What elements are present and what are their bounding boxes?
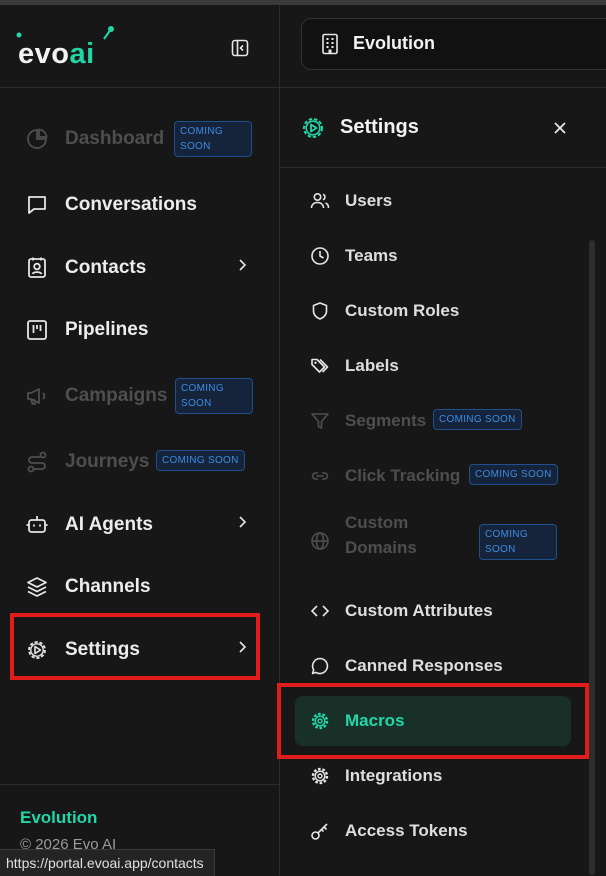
sidebar-item-contacts[interactable]: Contacts [10,237,262,299]
coming-soon-badge: COMING SOON [175,378,253,414]
settings-item-click-tracking[interactable]: Click Tracking COMING SOON [295,451,571,501]
filter-icon [311,413,329,429]
message-circle-icon [311,657,329,675]
evoai-logo[interactable]: evoai [16,26,118,73]
settings-item-label: Access Tokens [345,821,468,840]
robot-icon [26,516,48,533]
settings-item-label: Users [345,191,393,210]
settings-item-label: Canned Responses [345,656,503,675]
settings-item-teams[interactable]: Teams [295,231,571,281]
settings-item-custom-domains[interactable]: Custom Domains COMING SOON [295,510,571,572]
badge-line-2: SOON [180,141,211,152]
label-line-1: Custom [345,513,409,532]
macros-highlight-box [277,683,589,759]
clock-icon [311,247,329,265]
chat-bubble-icon [28,196,46,214]
logo-evo: evo [18,38,70,70]
sidebar-item-label: Journeys [65,451,150,472]
sidebar-item-label: Conversations [65,194,197,215]
settings-scrollbar[interactable] [589,240,595,875]
settings-item-label: Segments [345,411,427,430]
sidebar-item-campaigns[interactable]: Campaigns COMING SOON [10,365,262,427]
close-icon [554,122,566,134]
coming-soon-badge: COMING SOON [433,409,522,430]
badge-line-1: COMING [180,126,223,137]
logo-text: evoai [18,39,95,69]
sidebar-item-ai-agents[interactable]: AI Agents [10,494,262,556]
settings-panel-header: Settings [280,88,606,168]
link-icon [311,472,329,480]
sidebar-item-journeys[interactable]: Journeys COMING SOON [10,431,262,493]
coming-soon-badge: COMING SOON [469,464,558,485]
route-icon [27,451,47,473]
shield-icon [312,302,328,320]
sidebar-item-dashboard[interactable]: Dashboard COMING SOON [10,108,262,170]
users-icon [310,192,330,209]
sidebar-item-label: Campaigns [65,385,168,406]
logo-ai: ai [69,38,95,70]
header-divider [279,5,280,87]
settings-item-label: Integrations [345,766,443,785]
chevron-right-icon [239,259,247,271]
chevron-right-icon [239,516,247,528]
coming-soon-badge: COMING SOON [156,450,245,471]
badge-line-1: COMING [181,383,224,394]
settings-panel: Settings Users Teams Custom Roles Labels… [277,88,606,875]
sidebar-collapse-icon [231,39,249,57]
sidebar-item-pipelines[interactable]: Pipelines [10,299,262,361]
tags-icon [311,358,329,373]
sidebar-item-conversations[interactable]: Conversations [10,174,262,236]
pie-chart-icon [27,128,48,149]
main-sidebar: Dashboard COMING SOON Conversations Cont… [0,88,280,875]
settings-item-label: Custom Attributes [345,601,493,620]
settings-item-custom-roles[interactable]: Custom Roles [295,286,571,336]
status-bar-url: https://portal.evoai.app/contacts [0,849,215,876]
collapse-sidebar-button[interactable] [229,37,251,59]
footer-brand: Evolution [20,808,98,827]
sidebar-item-label: Pipelines [65,319,149,340]
settings-item-access-tokens[interactable]: Access Tokens [295,806,571,856]
settings-item-custom-attributes[interactable]: Custom Attributes [295,586,571,636]
settings-item-integrations[interactable]: Integrations [295,751,571,801]
settings-item-label: Labels [345,356,399,375]
badge-line-2: SOON [485,544,516,555]
badge-line-1: COMING [485,529,528,540]
coming-soon-badge: COMING SOON [174,121,252,157]
settings-gear-icon [303,118,323,138]
settings-item-label: Custom Roles [345,301,460,320]
sidebar-footer-divider [0,784,279,785]
badge-line-2: SOON [181,398,212,409]
settings-highlight-box [10,613,260,680]
logo-node-icon [103,26,114,40]
sidebar-item-label: Channels [65,576,151,597]
sidebar-item-label: Dashboard [65,128,165,149]
settings-item-segments[interactable]: Segments COMING SOON [295,396,571,446]
coming-soon-badge: COMING SOON [479,524,557,560]
cog-icon [311,767,329,785]
kanban-icon [27,320,47,340]
settings-panel-title: Settings [340,116,419,138]
settings-item-label: Click Tracking [345,466,461,485]
label-line-2: Domains [345,538,417,557]
close-settings-button[interactable] [550,118,570,138]
settings-item-label: Custom Domains [345,510,417,560]
sidebar-item-channels[interactable]: Channels [10,556,262,618]
globe-icon [311,532,329,550]
building-icon [322,33,338,55]
sidebar-item-label: AI Agents [65,514,153,535]
sidebar-item-label: Contacts [65,257,147,278]
settings-item-labels[interactable]: Labels [295,341,571,391]
settings-item-users[interactable]: Users [295,176,571,226]
layers-icon [27,577,47,597]
settings-item-label: Teams [345,246,398,265]
megaphone-icon [27,388,46,405]
contact-card-icon [28,257,46,278]
workspace-name: Evolution [353,33,435,53]
key-icon [311,823,328,840]
code-icon [310,605,330,617]
workspace-selector[interactable]: Evolution [301,18,606,70]
